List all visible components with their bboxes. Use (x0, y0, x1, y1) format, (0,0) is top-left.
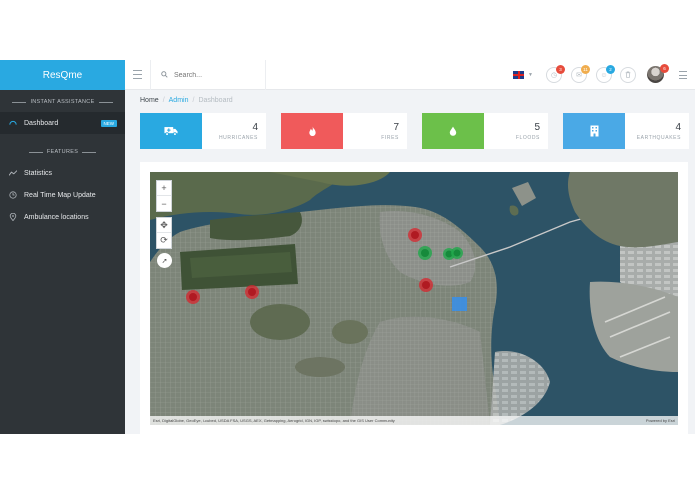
stat-label: HURRICANES (218, 134, 258, 141)
stat-card-hurricanes[interactable]: 4 HURRICANES (140, 113, 266, 149)
markers-layer (186, 228, 467, 311)
stat-card-floods[interactable]: 5 FLOODS (422, 113, 548, 149)
stat-value: 5 (534, 121, 540, 133)
zoom-out-button[interactable]: − (157, 196, 171, 211)
stat-card-body: 4 EARTHQUAKES (625, 113, 689, 149)
sidebar-item-dashboard[interactable]: Dashboard NEW (0, 112, 125, 134)
breadcrumb-current: Dashboard (198, 97, 233, 104)
sidebar-item-label: Statistics (24, 169, 53, 177)
search-icon (161, 70, 168, 80)
stat-card-earthquakes[interactable]: 4 EARTHQUAKES (563, 113, 689, 149)
sidebar-item-statistics[interactable]: Statistics (0, 162, 125, 184)
dashboard-icon (8, 118, 18, 128)
count-badge: 11 (581, 65, 590, 74)
alerts-button[interactable]: ◷ 3 (546, 65, 565, 83)
sidebar: ResQme INSTANT ASSISTANCE Dashboard NEW … (0, 60, 125, 434)
stat-value: 7 (393, 121, 399, 133)
trash-icon (625, 71, 631, 80)
zoom-in-button[interactable]: + (157, 181, 171, 196)
breadcrumb-home[interactable]: Home (140, 97, 159, 104)
new-badge: NEW (100, 119, 117, 127)
map-attribution: Esri, DigitalGlobe, GeoEye, i-cubed, USD… (150, 416, 678, 425)
satellite-map[interactable]: + − ✥ ⟳ ➚ Esri, DigitalGlobe, GeoEye, i-… (150, 172, 678, 425)
stat-card-body: 7 FIRES (343, 113, 407, 149)
sidebar-item-label: Dashboard (24, 119, 59, 127)
divider (98, 101, 113, 103)
divider (82, 151, 97, 153)
menu-icon[interactable] (679, 71, 687, 79)
stat-card-fires[interactable]: 7 FIRES (281, 113, 407, 149)
sidebar-item-label: Ambulance locations (24, 213, 89, 221)
sidebar-item-realtime-map[interactable]: Real Time Map Update (0, 184, 125, 206)
stat-value: 4 (252, 121, 258, 133)
stat-value: 4 (675, 121, 681, 133)
divider (28, 151, 43, 153)
pan-icon[interactable]: ✥ (157, 218, 171, 233)
count-badge: 3 (556, 65, 565, 74)
brand-name: ResQme (42, 69, 83, 81)
search-input[interactable] (174, 71, 254, 79)
chart-icon (8, 168, 18, 178)
breadcrumb: Home / Admin / Dashboard (140, 97, 233, 104)
water-drop-icon (422, 113, 484, 149)
chevron-down-icon[interactable]: ▼ (528, 72, 533, 78)
ambulance-icon (140, 113, 202, 149)
section-label: INSTANT ASSISTANCE (30, 99, 95, 105)
avatar[interactable]: 6 (647, 64, 669, 83)
building-icon (563, 113, 625, 149)
stat-label: EARTHQUAKES (636, 134, 681, 141)
section-title-features: FEATURES (0, 142, 125, 162)
sidebar-item-label: Real Time Map Update (24, 191, 96, 199)
attribution-text: Esri, DigitalGlobe, GeoEye, i-cubed, USD… (153, 418, 395, 423)
sidebar-item-ambulance-locations[interactable]: Ambulance locations (0, 206, 125, 228)
messages-button[interactable]: ✉ 11 (571, 65, 590, 83)
map-tools: ✥ ⟳ (156, 217, 172, 249)
location-pin-icon (8, 212, 18, 222)
stat-card-body: 4 HURRICANES (202, 113, 266, 149)
count-badge: 2 (606, 65, 615, 74)
search-bar (150, 60, 266, 90)
breadcrumb-separator: / (192, 97, 195, 104)
trash-button[interactable] (620, 67, 636, 83)
fire-icon (281, 113, 343, 149)
stat-label: FLOODS (515, 134, 540, 141)
clock-icon (8, 190, 18, 200)
breadcrumb-admin[interactable]: Admin (169, 97, 189, 104)
map-panel: + − ✥ ⟳ ➚ Esri, DigitalGlobe, GeoEye, i-… (140, 162, 688, 434)
stat-label: FIRES (381, 134, 399, 141)
rotate-icon[interactable]: ⟳ (157, 233, 171, 248)
language-flag-icon[interactable] (513, 71, 524, 79)
hamburger-menu-icon[interactable] (133, 70, 142, 79)
compass-icon[interactable]: ➚ (157, 253, 172, 268)
zoom-controls: + − (156, 180, 172, 212)
stat-card-body: 5 FLOODS (484, 113, 548, 149)
brand-logo[interactable]: ResQme (0, 60, 125, 90)
top-header: ▼ ◷ 3 ✉ 11 ☺ 2 6 (125, 60, 695, 90)
section-label: FEATURES (46, 149, 79, 155)
divider (12, 101, 27, 103)
earthquake-marker (452, 297, 467, 311)
breadcrumb-separator: / (162, 97, 165, 104)
users-button[interactable]: ☺ 2 (596, 65, 615, 83)
powered-by-esri[interactable]: Powered by Esri (646, 418, 675, 423)
count-badge: 6 (660, 64, 669, 73)
section-title-assistance: INSTANT ASSISTANCE (0, 92, 125, 112)
app-window: ResQme INSTANT ASSISTANCE Dashboard NEW … (0, 60, 695, 434)
